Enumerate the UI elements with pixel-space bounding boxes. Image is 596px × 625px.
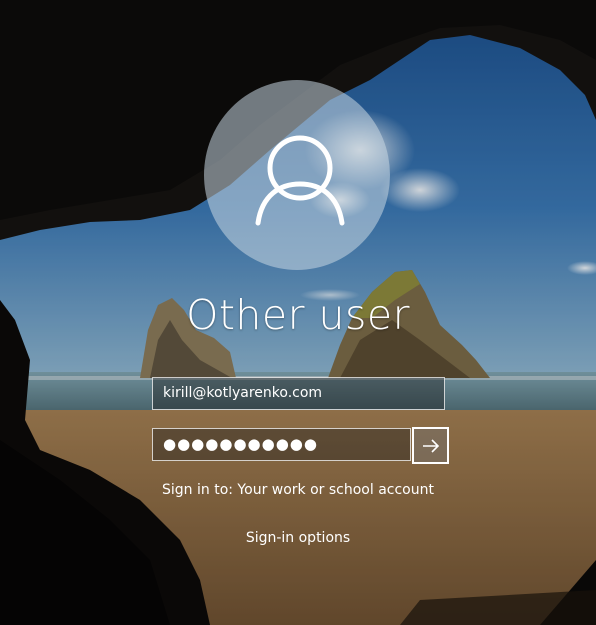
signin-options-link[interactable]: Sign-in options xyxy=(0,530,596,546)
user-avatar xyxy=(204,80,390,270)
password-field[interactable]: ●●●●●●●●●●● xyxy=(152,428,411,461)
submit-button[interactable] xyxy=(412,427,449,464)
user-display-name: Other user xyxy=(186,291,410,339)
email-field[interactable]: kirill@kotlyarenko.com xyxy=(152,377,445,410)
signin-to-text: Sign in to: Your work or school account xyxy=(162,482,434,498)
arrow-right-icon xyxy=(422,438,439,453)
user-silhouette-icon xyxy=(255,135,345,226)
